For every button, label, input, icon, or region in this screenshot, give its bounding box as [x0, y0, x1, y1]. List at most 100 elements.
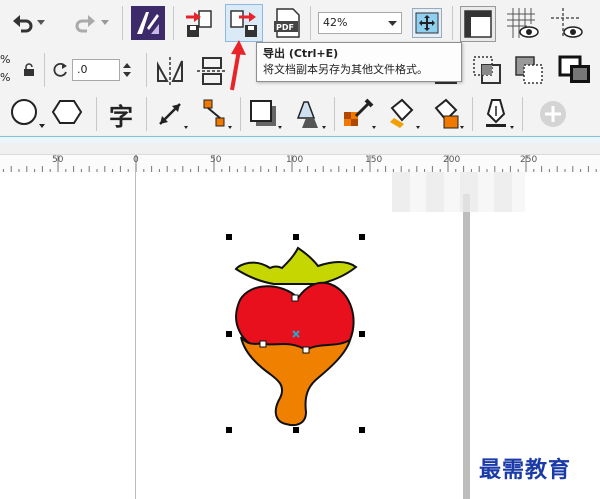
interactive-fill-tool[interactable] [384, 97, 422, 131]
tooltip-title: 导出 (Ctrl+E) [263, 47, 339, 60]
zoom-level-combobox[interactable]: 42% [318, 12, 402, 34]
lock-ratio-button[interactable] [20, 61, 38, 79]
smart-fill-icon [434, 98, 464, 129]
standard-toolbar: PDF 42% [0, 0, 600, 48]
strawberry-leaves[interactable] [234, 246, 358, 285]
node-point[interactable] [302, 346, 310, 354]
smart-fill-tool[interactable] [428, 97, 466, 131]
text-tool-glyph: 字 [109, 102, 133, 131]
lock-icon [24, 63, 34, 76]
separator [173, 6, 174, 40]
horizontal-ruler[interactable]: 50 0 50 100 150 200 250 [0, 154, 600, 173]
mirror-vertical-icon [197, 57, 227, 85]
import-icon [186, 10, 212, 37]
outline-pen-tool[interactable] [478, 97, 516, 131]
ruler-label: 0 [133, 155, 139, 165]
watermark-text: 最需教育 [479, 457, 572, 483]
paint-bucket-icon [390, 98, 420, 129]
separator [452, 6, 453, 40]
ruler-label: 50 [52, 155, 64, 165]
separator [522, 97, 523, 131]
add-tool-button[interactable] [534, 97, 572, 131]
polygon-tool[interactable] [50, 97, 88, 131]
separator [146, 97, 147, 131]
scale-percent-label-top: % [0, 53, 11, 66]
undo-dropdown[interactable] [36, 14, 46, 32]
show-grid-button[interactable] [504, 6, 540, 42]
corel-connect-button[interactable] [131, 6, 165, 40]
text-tool[interactable]: 字 [102, 97, 140, 131]
ruler-label: 150 [365, 155, 383, 165]
chevron-down-icon [388, 21, 397, 26]
show-rulers-button[interactable] [460, 6, 496, 42]
hexagon-icon [51, 100, 83, 124]
separator [122, 6, 123, 40]
color-eyedropper-tool[interactable] [340, 97, 378, 131]
zoom-to-page-button[interactable] [412, 8, 442, 38]
tooltip-description: 将文档副本另存为其他文件格式。 [263, 63, 428, 76]
drop-shadow-tool[interactable] [246, 97, 284, 131]
pen-nib-icon [486, 99, 514, 129]
ruler-label: 250 [520, 155, 538, 165]
drop-shadow-icon [250, 100, 282, 129]
selection-handle-top-left[interactable] [226, 234, 232, 240]
intersect-button[interactable] [470, 53, 504, 87]
selection-handle-bottom-right[interactable] [359, 427, 365, 433]
export-button[interactable] [225, 4, 263, 42]
selection-handle-middle-left[interactable] [226, 331, 232, 337]
strawberry-drawing[interactable] [0, 172, 600, 499]
export-tooltip: 导出 (Ctrl+E) 将文档副本另存为其他文件格式。 [256, 42, 462, 82]
rotation-icon-label [50, 59, 72, 81]
ruler-label: 100 [286, 155, 304, 165]
undo-button[interactable] [10, 10, 36, 36]
corel-logo-icon [137, 12, 159, 34]
show-guidelines-button[interactable] [548, 6, 584, 42]
full-screen-preview-icon [415, 12, 439, 34]
separator [96, 97, 97, 131]
rotation-angle-value: .0 [77, 63, 88, 76]
spinner-arrows-icon [123, 63, 131, 77]
redo-dropdown[interactable] [100, 14, 110, 32]
ellipse-tool[interactable] [8, 97, 46, 131]
dimension-tool[interactable] [152, 97, 190, 131]
rotation-angle-input[interactable]: .0 [72, 59, 120, 81]
separator [44, 53, 45, 87]
rotation-spinner[interactable] [120, 59, 134, 81]
publish-pdf-button[interactable]: PDF [270, 6, 304, 40]
redo-icon [75, 15, 95, 33]
ellipse-icon [11, 99, 45, 128]
rotate-icon [53, 62, 67, 77]
selection-handle-middle-right[interactable] [359, 331, 365, 337]
separator [146, 53, 147, 87]
strawberry-chocolate-dip[interactable] [240, 336, 352, 427]
node-point[interactable] [291, 294, 299, 302]
node-point[interactable] [259, 340, 267, 348]
transparency-tool[interactable] [290, 97, 328, 131]
separator [334, 97, 335, 131]
separator [472, 97, 473, 131]
scale-percent-label-bottom: % [0, 71, 11, 84]
pdf-icon: PDF [274, 8, 300, 38]
eyedropper-icon [344, 98, 376, 129]
selection-handle-bottom-center[interactable] [293, 427, 299, 433]
simplify-button[interactable] [512, 53, 546, 87]
redo-button[interactable] [72, 10, 98, 36]
selection-handle-top-right[interactable] [359, 234, 365, 240]
intersect-icon [473, 56, 501, 84]
create-boundary-button[interactable] [556, 53, 594, 87]
selection-handle-top-center[interactable] [293, 234, 299, 240]
plus-circle-icon [540, 101, 566, 127]
simplify-icon [515, 56, 543, 84]
connector-tool[interactable] [196, 97, 234, 131]
export-icon [230, 10, 257, 37]
transparency-icon [296, 101, 326, 129]
mirror-horizontal-button[interactable] [154, 55, 186, 87]
undo-icon [13, 15, 33, 33]
import-button[interactable] [182, 6, 218, 40]
separator [240, 97, 241, 131]
pdf-label: PDF [276, 23, 294, 32]
drawing-canvas[interactable] [0, 172, 600, 499]
tools-bar: 字 [0, 93, 600, 135]
selection-handle-bottom-left[interactable] [226, 427, 232, 433]
dimension-icon [159, 103, 188, 129]
